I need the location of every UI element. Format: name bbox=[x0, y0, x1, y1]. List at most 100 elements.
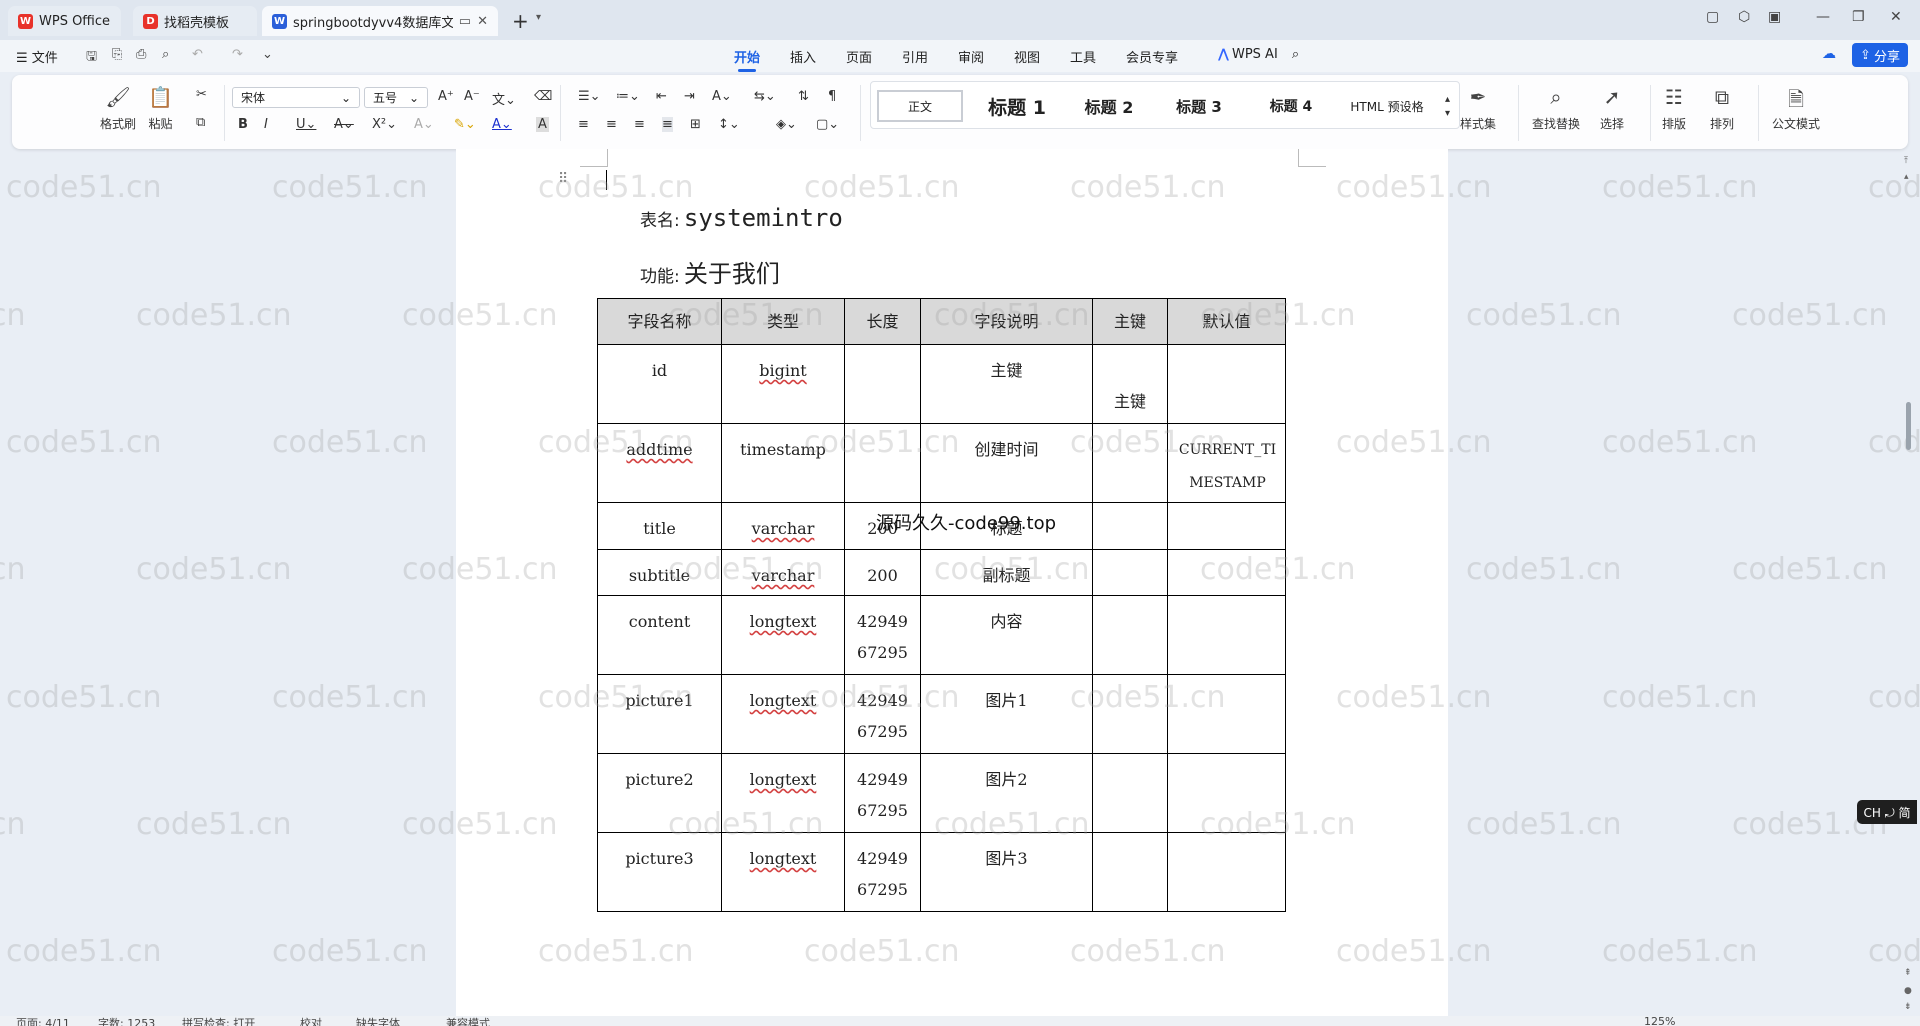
field-pk-cell[interactable] bbox=[1092, 753, 1168, 833]
wps-ai-button[interactable]: ⋀ WPS AI ⌕ bbox=[1218, 47, 1299, 62]
tab-active-document[interactable]: W springbootdyvv4数据库文 ▭ ✕ bbox=[262, 6, 498, 36]
close-tab-icon[interactable]: ✕ bbox=[477, 14, 488, 29]
spell-check-status[interactable]: 拼写检查: 打开 bbox=[182, 1016, 255, 1026]
missing-font-status[interactable]: 缺失字体 bbox=[356, 1016, 400, 1026]
show-marks-icon[interactable]: ¶ bbox=[828, 89, 836, 104]
undo-icon[interactable]: ↶ bbox=[192, 47, 203, 62]
field-type-cell[interactable]: varchar bbox=[721, 549, 845, 596]
chevron-down-icon[interactable]: ⌄ bbox=[262, 47, 273, 62]
new-tab-icon[interactable]: + bbox=[512, 9, 529, 33]
style-normal[interactable]: 正文 bbox=[877, 90, 963, 122]
field-desc-cell[interactable]: 主键 bbox=[920, 344, 1093, 424]
ime-indicator[interactable]: CH ⤾ 简 bbox=[1857, 800, 1917, 824]
menu-tab-tools[interactable]: 工具 bbox=[1070, 47, 1096, 66]
field-desc-cell[interactable]: 图片3 bbox=[920, 832, 1093, 912]
chevron-up-icon[interactable]: ▴ bbox=[1445, 94, 1450, 105]
scroll-up-icon[interactable]: ▴ bbox=[1904, 172, 1909, 182]
field-desc-cell[interactable]: 图片2 bbox=[920, 753, 1093, 833]
style-heading-2[interactable]: 标题 2 bbox=[1067, 90, 1151, 122]
align-right-icon[interactable]: ≡ bbox=[634, 117, 645, 132]
style-heading-1[interactable]: 标题 1 bbox=[971, 90, 1063, 122]
menu-tab-review[interactable]: 审阅 bbox=[958, 47, 984, 66]
field-length-cell[interactable] bbox=[844, 344, 921, 424]
bold-icon[interactable]: B bbox=[238, 117, 248, 132]
field-length-cell[interactable]: 4294967295 bbox=[844, 753, 921, 833]
sort-icon[interactable]: ⇅ bbox=[798, 89, 809, 104]
chevron-down-icon[interactable]: ▾ bbox=[1445, 108, 1450, 119]
font-size-select[interactable]: 五号 ⌄ bbox=[364, 87, 428, 108]
justify-icon[interactable]: ≡ bbox=[662, 117, 673, 132]
drag-handle-icon[interactable]: ⠿ bbox=[558, 171, 568, 187]
search-icon[interactable]: ⌕ bbox=[1292, 47, 1299, 62]
field-type-cell[interactable]: varchar bbox=[721, 502, 845, 550]
field-pk-cell[interactable] bbox=[1092, 595, 1168, 675]
decrease-indent-icon[interactable]: ⇤ bbox=[656, 89, 667, 104]
phonetic-icon[interactable]: 文⌄ bbox=[492, 89, 516, 108]
field-length-cell[interactable]: 200 bbox=[844, 549, 921, 596]
word-count[interactable]: 字数: 1253 bbox=[98, 1016, 155, 1026]
field-pk-cell[interactable]: 主键 bbox=[1092, 344, 1168, 424]
restore-icon[interactable]: ❐ bbox=[1852, 9, 1865, 25]
highlight-icon[interactable]: ✎⌄ bbox=[454, 117, 476, 132]
menu-tab-member[interactable]: 会员专享 bbox=[1126, 47, 1178, 66]
tab-wps-office[interactable]: W WPS Office bbox=[8, 6, 121, 36]
print-icon[interactable]: ⎙ bbox=[136, 47, 146, 62]
page-count[interactable]: 页面: 4/11 bbox=[16, 1016, 70, 1026]
field-type-cell[interactable]: longtext bbox=[721, 753, 845, 833]
align-center-icon[interactable]: ≡ bbox=[606, 117, 617, 132]
strikethrough-icon[interactable]: A⌄ bbox=[334, 117, 354, 132]
typeset-button[interactable]: ☷ 排版 bbox=[1662, 85, 1686, 132]
field-name-cell[interactable]: id bbox=[597, 344, 722, 424]
field-name-cell[interactable]: picture1 bbox=[597, 674, 722, 754]
shrink-font-icon[interactable]: A⁻ bbox=[464, 89, 480, 104]
field-default-cell[interactable] bbox=[1167, 674, 1286, 754]
clear-format-icon[interactable]: ⌫ bbox=[534, 89, 552, 104]
field-type-cell[interactable]: longtext bbox=[721, 674, 845, 754]
field-pk-cell[interactable] bbox=[1092, 674, 1168, 754]
char-shading-icon[interactable]: A bbox=[536, 117, 549, 132]
grow-font-icon[interactable]: A⁺ bbox=[438, 89, 454, 104]
underline-icon[interactable]: U⌄ bbox=[296, 117, 316, 132]
field-length-cell[interactable]: 4294967295 bbox=[844, 832, 921, 912]
menu-tab-page[interactable]: 页面 bbox=[846, 47, 872, 66]
monitor-icon[interactable]: ▭ bbox=[459, 14, 471, 29]
cloud-sync-icon[interactable]: ☁ bbox=[1822, 46, 1836, 62]
copy-icon[interactable]: ⧉ bbox=[196, 115, 205, 130]
field-length-cell[interactable] bbox=[844, 423, 921, 503]
field-length-cell[interactable]: 4294967295 bbox=[844, 595, 921, 675]
field-desc-cell[interactable]: 图片1 bbox=[920, 674, 1093, 754]
menu-tab-insert[interactable]: 插入 bbox=[790, 47, 816, 66]
field-name-cell[interactable]: addtime bbox=[597, 423, 722, 503]
italic-icon[interactable]: I bbox=[264, 117, 268, 132]
align-left-icon[interactable]: ≡ bbox=[578, 117, 589, 132]
menu-tab-references[interactable]: 引用 bbox=[902, 47, 928, 66]
format-painter-button[interactable]: 🖌 格式刷 bbox=[100, 85, 136, 132]
scroll-top-icon[interactable]: ⤒ bbox=[1904, 156, 1908, 166]
scrollbar-thumb[interactable] bbox=[1906, 402, 1911, 450]
style-heading-3[interactable]: 标题 3 bbox=[1157, 90, 1241, 122]
convert-icon[interactable]: ⇆⌄ bbox=[754, 89, 776, 104]
increase-indent-icon[interactable]: ⇥ bbox=[684, 89, 695, 104]
field-type-cell[interactable]: bigint bbox=[721, 344, 845, 424]
field-type-cell[interactable]: longtext bbox=[721, 832, 845, 912]
window-layout-icon[interactable]: ▢ bbox=[1706, 9, 1719, 25]
cube-icon[interactable]: ⬡ bbox=[1738, 9, 1750, 25]
field-desc-cell[interactable]: 创建时间 bbox=[920, 423, 1093, 503]
field-pk-cell[interactable] bbox=[1092, 832, 1168, 912]
file-menu[interactable]: ☰ 文件 bbox=[16, 47, 58, 66]
field-length-cell[interactable]: 4294967295 bbox=[844, 674, 921, 754]
prev-page-icon[interactable]: ⇞ bbox=[1904, 968, 1912, 978]
save-icon[interactable]: 🖫 bbox=[86, 47, 97, 69]
minimize-icon[interactable]: — bbox=[1816, 9, 1830, 25]
distributed-icon[interactable]: ⊞ bbox=[690, 117, 701, 132]
borders-icon[interactable]: ▢⌄ bbox=[816, 117, 839, 132]
cut-icon[interactable]: ✂ bbox=[196, 87, 207, 102]
style-heading-4[interactable]: 标题 4 bbox=[1249, 90, 1333, 122]
tab-docer-templates[interactable]: D 找稻壳模板 bbox=[133, 6, 257, 36]
bullet-list-icon[interactable]: ☰⌄ bbox=[578, 89, 601, 104]
select-browse-icon[interactable]: ● bbox=[1904, 986, 1912, 996]
text-direction-icon[interactable]: A⌄ bbox=[712, 89, 732, 104]
style-html-preset[interactable]: HTML 预设格 bbox=[1337, 90, 1437, 122]
arrange-button[interactable]: ⧉ 排列 bbox=[1710, 85, 1734, 132]
zoom-level[interactable]: 125% bbox=[1644, 1016, 1675, 1026]
